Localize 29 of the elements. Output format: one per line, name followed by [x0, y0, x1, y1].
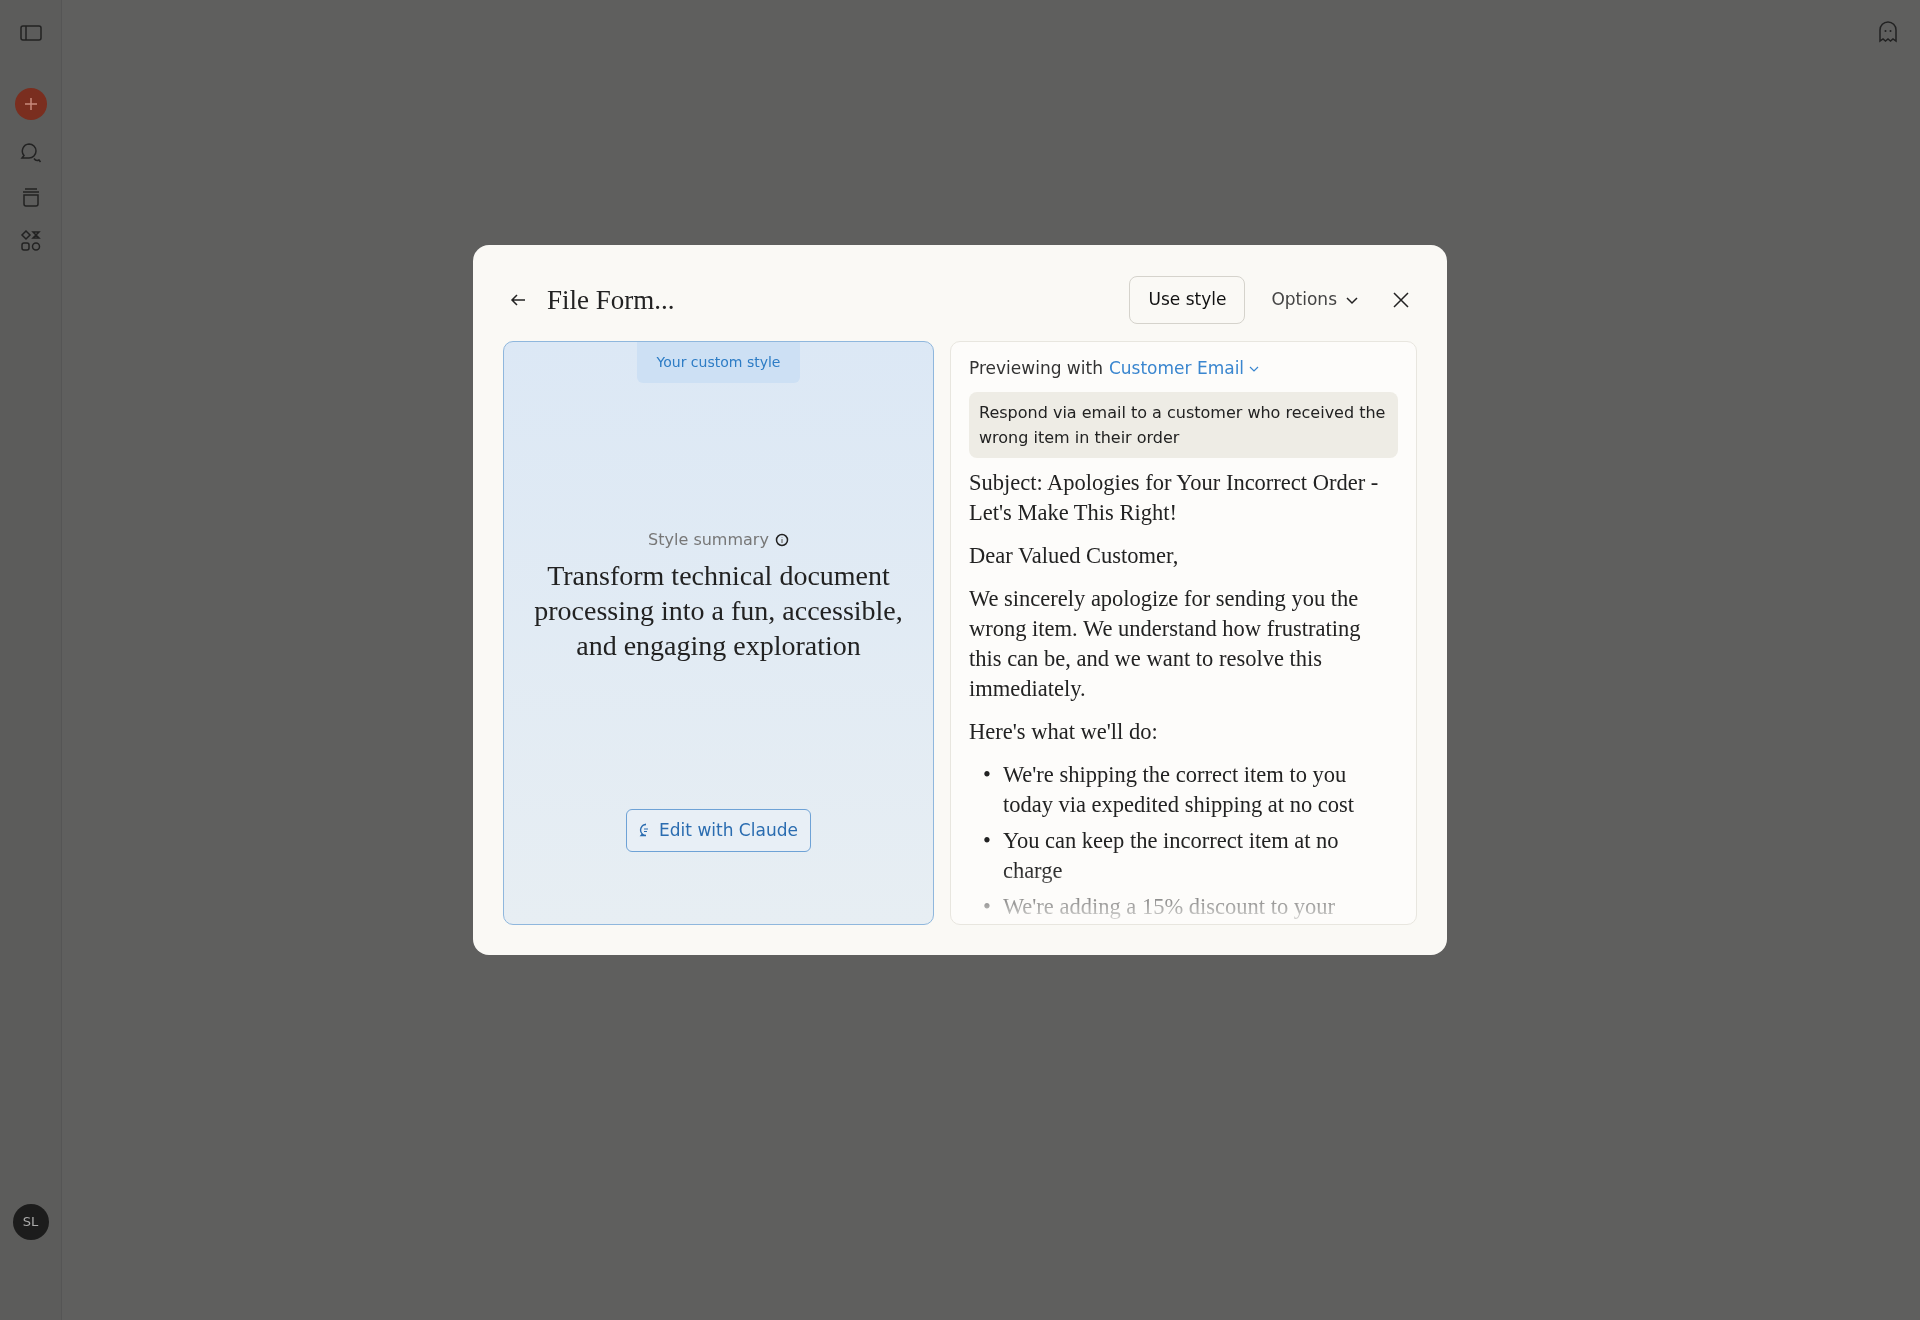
- options-dropdown[interactable]: Options: [1259, 277, 1371, 323]
- previewing-label: Previewing with: [969, 357, 1103, 380]
- shapes-grid-icon[interactable]: [19, 230, 42, 252]
- style-tag: Your custom style: [636, 342, 801, 383]
- close-icon: [1391, 290, 1411, 310]
- preview-selector[interactable]: Customer Email: [1108, 356, 1261, 382]
- email-bullet: You can keep the incorrect item at no charge: [1002, 826, 1340, 885]
- use-style-button[interactable]: Use style: [1129, 276, 1246, 324]
- sidebar-toggle-icon[interactable]: [19, 24, 42, 42]
- modal-title: File Form...: [547, 283, 676, 317]
- chat-bubbles-icon[interactable]: [19, 142, 42, 164]
- email-bullet: We're shipping the correct item to you today via expedited shipping at no cost: [1002, 760, 1356, 819]
- ghost-icon[interactable]: [1876, 20, 1900, 44]
- summary-label: Style summary: [648, 529, 769, 552]
- email-paragraph: Dear Valued Customer,: [969, 541, 1180, 570]
- email-paragraph: Here's what we'll do:: [969, 717, 1159, 746]
- email-bullet: We're adding a 15% discount to your: [1002, 892, 1336, 921]
- plus-icon: [22, 96, 39, 112]
- bullet-marker: •: [983, 760, 991, 789]
- style-summary-text: Transform technical document processing into a fun, accessible, and engaging exploration: [533, 559, 904, 664]
- edit-with-claude-button[interactable]: Edit with Claude: [626, 808, 811, 852]
- new-chat-button[interactable]: [14, 88, 47, 120]
- prompt-text: Respond via email to a customer who received the wrong item in their order: [969, 391, 1398, 458]
- bullet-marker: •: [983, 826, 991, 855]
- info-icon[interactable]: [774, 533, 789, 548]
- user-avatar[interactable]: SL: [12, 1204, 49, 1240]
- bullet-marker: •: [983, 892, 991, 921]
- email-paragraph: We sincerely apologize for sending you the wrong item. We understand how frustrating this can be, and we want to resolve this immediately.: [969, 584, 1362, 703]
- email-paragraph: Subject: Apologies for Your Incorrect Order - Let's Make This Right!: [969, 468, 1380, 527]
